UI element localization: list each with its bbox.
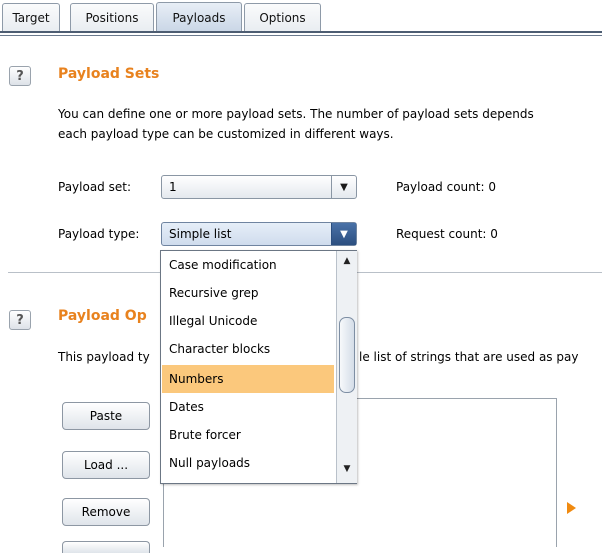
payload-set-select[interactable]: 1 ▼ [161, 175, 357, 199]
dropdown-scrollbar[interactable]: ▲ ▼ [336, 251, 357, 483]
tab-payloads[interactable]: Payloads [156, 2, 242, 32]
payload-count-label: Payload count: 0 [396, 180, 496, 194]
request-count-label: Request count: 0 [396, 227, 498, 241]
tab-underline [0, 31, 602, 33]
payload-type-select[interactable]: Simple list ▼ [161, 222, 357, 246]
tab-underline-secondary [0, 35, 602, 36]
tab-target[interactable]: Target [2, 3, 60, 31]
tab-label: Target [12, 10, 50, 25]
payload-options-description-right: le list of strings that are used as pay [359, 350, 579, 364]
tab-positions[interactable]: Positions [70, 3, 154, 31]
tab-label: Positions [85, 10, 139, 25]
dropdown-option[interactable]: Dates [162, 393, 334, 421]
dropdown-option[interactable]: Character blocks [162, 335, 334, 363]
dropdown-option[interactable]: Recursive grep [162, 279, 334, 307]
dropdown-option[interactable]: Case modification [162, 251, 334, 279]
paste-button[interactable]: Paste [62, 402, 150, 430]
tab-label: Payloads [172, 10, 226, 25]
remove-button[interactable]: Remove [62, 498, 150, 526]
add-button-partial[interactable] [62, 541, 150, 553]
payload-type-dropdown: Case modification Recursive grep Illegal… [160, 250, 357, 484]
tab-options[interactable]: Options [244, 3, 321, 31]
payload-type-value: Simple list [169, 227, 232, 241]
dropdown-option[interactable]: Null payloads [162, 449, 334, 477]
tab-label: Options [259, 10, 306, 25]
dropdown-option[interactable]: Illegal Unicode [162, 307, 334, 335]
help-icon[interactable]: ? [9, 310, 31, 330]
dropdown-option-selected[interactable]: Numbers [162, 365, 334, 393]
play-arrow-icon[interactable] [567, 502, 576, 514]
payload-options-description-left: This payload ty [58, 350, 150, 364]
section-title-payload-options: Payload Op [58, 308, 147, 324]
payload-set-label: Payload set: [58, 180, 131, 194]
tab-bar: Target Positions Payloads Options [0, 0, 602, 40]
scrollbar-thumb[interactable] [339, 317, 355, 393]
section-title-payload-sets: Payload Sets [58, 66, 160, 82]
scroll-up-icon[interactable]: ▲ [337, 253, 357, 269]
load-button[interactable]: Load ... [62, 451, 150, 479]
payload-sets-description-line1: You can define one or more payload sets.… [58, 107, 534, 121]
payload-type-label: Payload type: [58, 227, 140, 241]
payload-sets-description-line2: each payload type can be customized in d… [58, 127, 394, 141]
chevron-down-icon[interactable]: ▼ [331, 176, 356, 198]
chevron-down-icon[interactable]: ▼ [331, 223, 356, 245]
help-icon[interactable]: ? [9, 66, 31, 86]
dropdown-option[interactable]: Brute forcer [162, 421, 334, 449]
payload-set-value: 1 [169, 180, 177, 194]
scroll-down-icon[interactable]: ▼ [337, 461, 357, 477]
